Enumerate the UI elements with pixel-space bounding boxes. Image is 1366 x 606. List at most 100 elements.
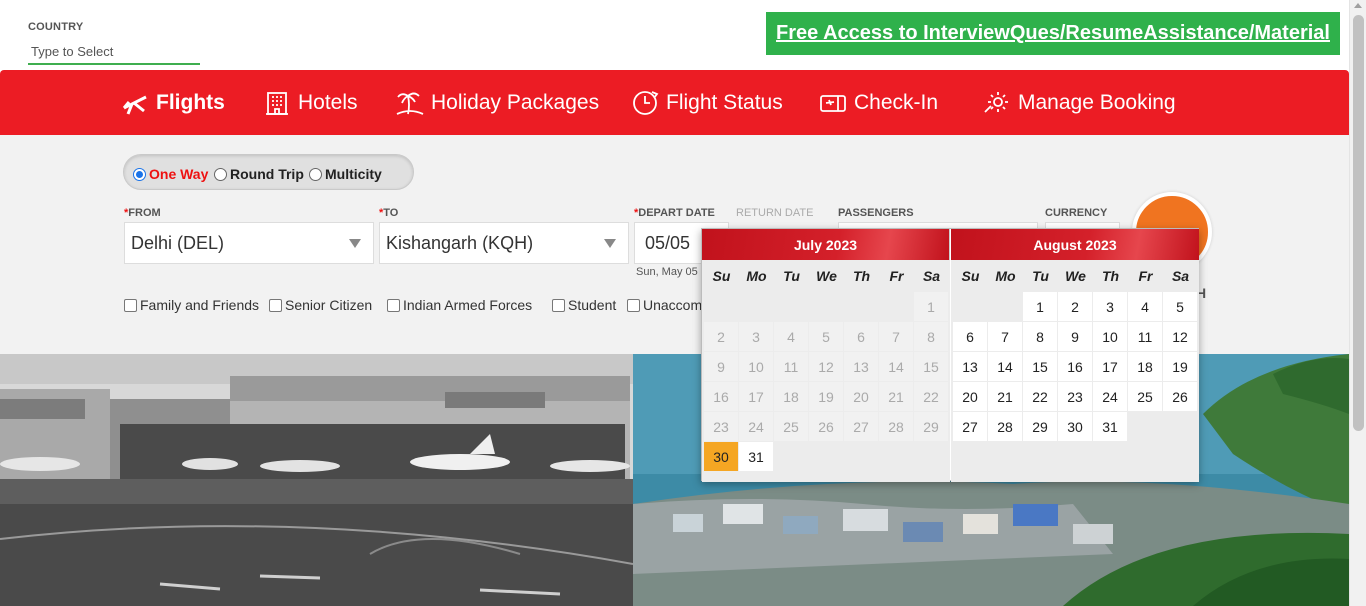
to-label: *TO — [379, 207, 399, 219]
calendar-day[interactable]: 26 — [1163, 382, 1197, 411]
calendar-month-august: August 2023 Su Mo Tu We Th Fr Sa 1 2 3 4 5 6 7 8 9 10 11 1… — [951, 229, 1199, 482]
checkbox[interactable] — [269, 298, 282, 312]
calendar-day[interactable]: 25 — [1128, 382, 1162, 411]
to-value: Kishangarh (KQH) — [386, 232, 534, 253]
nav-label: Holiday Packages — [431, 90, 600, 114]
radio-multicity[interactable]: Multicity — [309, 166, 382, 182]
nav-item-holiday-packages[interactable]: Holiday Packages — [395, 70, 599, 135]
calendar-day[interactable]: 20 — [953, 382, 987, 411]
calendar-month-title: August 2023 — [951, 229, 1199, 260]
to-select[interactable]: Kishangarh (KQH) — [379, 222, 629, 264]
calendar-day[interactable]: 6 — [953, 322, 987, 351]
from-select[interactable]: Delhi (DEL) — [124, 222, 374, 264]
airport-hangar-image — [0, 354, 633, 606]
calendar-day: 10 — [739, 352, 773, 381]
scroll-up-arrow[interactable] — [1354, 3, 1362, 8]
calendar-day[interactable]: 8 — [1023, 322, 1057, 351]
checkbox-senior-citizen[interactable]: Senior Citizen — [269, 297, 372, 313]
promo-link[interactable]: Free Access to InterviewQues/ResumeAssis… — [766, 12, 1340, 55]
calendar-day[interactable]: 7 — [988, 322, 1022, 351]
radio-one-way[interactable]: One Way — [133, 166, 208, 182]
calendar-grid: Su Mo Tu We Th Fr Sa 1 2 3 4 5 6 7 8 9 10 11 12 13 14 15 16 17 1… — [702, 260, 950, 482]
checkbox-label: Indian Armed Forces — [403, 297, 533, 313]
nav-item-flights[interactable]: Flights — [120, 70, 225, 135]
checkbox[interactable] — [124, 298, 137, 312]
calendar-weekday: We — [1065, 268, 1086, 284]
calendar-day[interactable]: 17 — [1093, 352, 1127, 381]
calendar-day[interactable]: 15 — [1023, 352, 1057, 381]
calendar-day[interactable]: 22 — [1023, 382, 1057, 411]
calendar-day: 25 — [774, 412, 808, 441]
calendar-day[interactable]: 24 — [1093, 382, 1127, 411]
calendar-weekday: Th — [852, 268, 871, 284]
nav-item-hotels[interactable]: Hotels — [262, 70, 358, 135]
ticket-icon — [820, 94, 846, 112]
checkbox[interactable] — [627, 298, 640, 312]
calendar-weekday: We — [816, 268, 837, 284]
calendar-day: 7 — [879, 322, 913, 351]
calendar-day: 13 — [844, 352, 878, 381]
calendar-day[interactable]: 29 — [1023, 412, 1057, 441]
calendar-weekday: Tu — [783, 268, 800, 284]
nav-item-manage-booking[interactable]: Manage Booking — [982, 70, 1176, 135]
calendar-weekday: Sa — [922, 268, 941, 284]
radio-round-trip[interactable]: Round Trip — [214, 166, 304, 182]
calendar-day[interactable]: 12 — [1163, 322, 1197, 351]
calendar-day[interactable]: 21 — [988, 382, 1022, 411]
main-nav: Flights Hotels Holiday Packages Flight S… — [0, 70, 1349, 135]
calendar-day[interactable]: 4 — [1128, 292, 1162, 321]
checkbox-armed-forces[interactable]: Indian Armed Forces — [387, 297, 532, 313]
country-label: COUNTRY — [28, 21, 84, 33]
calendar-day[interactable]: 28 — [988, 412, 1022, 441]
country-input[interactable] — [28, 40, 200, 65]
calendar-day: 8 — [914, 322, 948, 351]
page-scrollbar[interactable] — [1349, 0, 1366, 606]
calendar-day[interactable]: 30 — [704, 442, 738, 471]
calendar-day[interactable]: 30 — [1058, 412, 1092, 441]
calendar-day[interactable]: 1 — [1023, 292, 1057, 321]
calendar-day: 28 — [879, 412, 913, 441]
nav-label: Manage Booking — [1018, 90, 1176, 114]
calendar-day[interactable]: 19 — [1163, 352, 1197, 381]
nav-item-flight-status[interactable]: Flight Status — [630, 70, 783, 135]
calendar-weekday: Su — [961, 268, 980, 284]
nav-label: Check-In — [854, 90, 939, 114]
checkbox-family-friends[interactable]: Family and Friends — [124, 297, 259, 313]
calendar-day[interactable]: 3 — [1093, 292, 1127, 321]
radio-dot[interactable] — [214, 167, 227, 181]
calendar-day: 24 — [739, 412, 773, 441]
calendar-day[interactable]: 14 — [988, 352, 1022, 381]
calendar-day[interactable]: 5 — [1163, 292, 1197, 321]
calendar-day[interactable]: 31 — [739, 442, 773, 471]
palm-tree-icon — [396, 92, 424, 115]
checkbox-student[interactable]: Student — [552, 297, 616, 313]
nav-label: Flight Status — [666, 90, 783, 114]
radio-dot[interactable] — [133, 167, 146, 181]
checkbox-unaccompanied[interactable]: Unaccom — [627, 297, 702, 313]
calendar-day[interactable]: 16 — [1058, 352, 1092, 381]
calendar-month-title: July 2023 — [702, 229, 949, 260]
scroll-thumb[interactable] — [1353, 15, 1364, 431]
radio-dot[interactable] — [309, 167, 322, 181]
checkbox[interactable] — [387, 298, 400, 312]
calendar-day[interactable]: 2 — [1058, 292, 1092, 321]
calendar-day: 17 — [739, 382, 773, 411]
calendar-day[interactable]: 18 — [1128, 352, 1162, 381]
calendar-day[interactable]: 10 — [1093, 322, 1127, 351]
calendar-day[interactable]: 31 — [1093, 412, 1127, 441]
plane-icon — [122, 95, 147, 115]
calendar-day[interactable]: 9 — [1058, 322, 1092, 351]
nav-item-check-in[interactable]: Check-In — [818, 70, 938, 135]
calendar-day: 4 — [774, 322, 808, 351]
calendar-day: 11 — [774, 352, 808, 381]
calendar-weekday: Mo — [995, 268, 1016, 284]
calendar-day: 19 — [809, 382, 843, 411]
calendar-day[interactable]: 13 — [953, 352, 987, 381]
calendar-day[interactable]: 27 — [953, 412, 987, 441]
checkbox[interactable] — [552, 298, 565, 312]
radio-label: Multicity — [325, 166, 382, 182]
calendar-day[interactable]: 11 — [1128, 322, 1162, 351]
calendar-grid: Su Mo Tu We Th Fr Sa 1 2 3 4 5 6 7 8 9 10 11 12 13 14 15 16 17 1… — [951, 260, 1199, 482]
radio-label: Round Trip — [230, 166, 304, 182]
calendar-day[interactable]: 23 — [1058, 382, 1092, 411]
